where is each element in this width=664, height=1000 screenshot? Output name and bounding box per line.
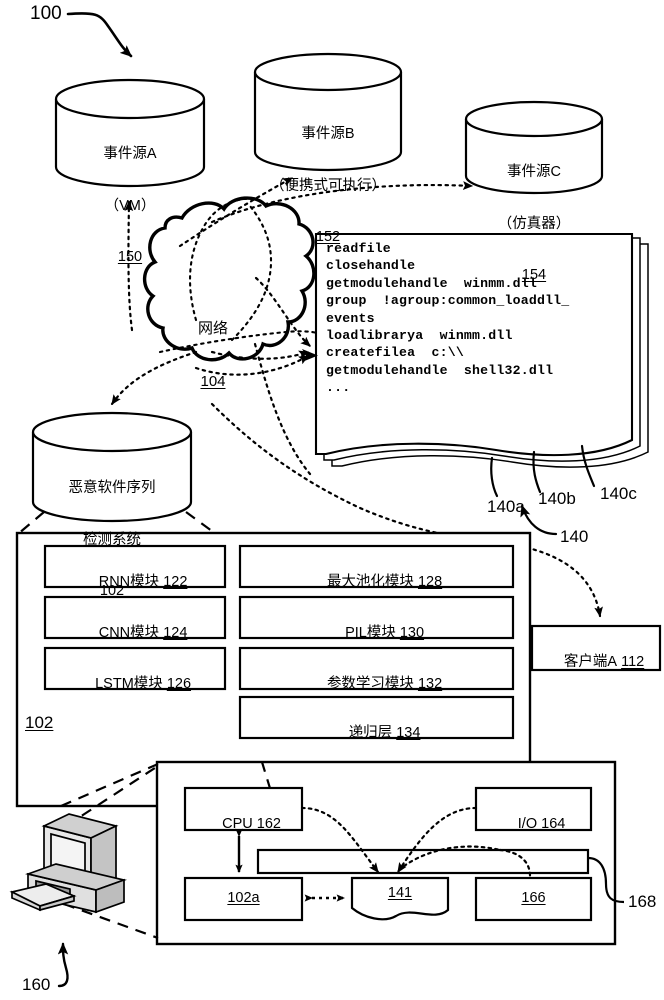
module-ref: 124 xyxy=(163,625,188,642)
module-label-text: PIL模块 xyxy=(345,625,396,642)
client-a-label: 客户端A 112 xyxy=(532,637,660,688)
network-ref: 104 xyxy=(200,373,226,391)
io-label: I/O 164 xyxy=(476,799,591,850)
detection-system-line2: 检测系统 xyxy=(83,531,141,548)
module-ref: 122 xyxy=(163,574,188,591)
event-source-a-line1: 事件源A xyxy=(103,146,157,163)
module-label-pil: PIL模块 130 xyxy=(240,608,513,659)
event-source-a-label: 事件源A （VM） 150 xyxy=(56,112,204,300)
cpu-name: CPU xyxy=(222,816,253,833)
memory-module-ref: 102a xyxy=(227,890,260,906)
module-label-text: RNN模块 xyxy=(98,574,160,591)
module-ref: 126 xyxy=(166,676,192,693)
hardware-container-ref: 168 xyxy=(628,892,657,911)
io-ref: 164 xyxy=(541,816,566,833)
module-label-max-pooling: 最大池化模块 128 xyxy=(240,557,513,608)
network-name: 网络 xyxy=(197,320,228,338)
module-ref: 128 xyxy=(417,574,443,591)
client-a-name: 客户端A xyxy=(563,654,618,671)
module-ref: 134 xyxy=(396,725,421,742)
module-ref: 130 xyxy=(399,625,425,642)
event-log-ref-140a: 140a xyxy=(487,497,525,516)
event-log-ref-140c: 140c xyxy=(600,484,637,503)
module-label-parameter-learning: 参数学习模块 132 xyxy=(240,659,513,710)
module-label-text: 递归层 xyxy=(348,725,393,742)
bus-bar xyxy=(256,848,590,875)
network-label: 网络 104 xyxy=(176,285,250,427)
figure-number-leader xyxy=(66,12,133,58)
module-label-lstm: LSTM模块 126 xyxy=(45,659,225,710)
module-label-cnn: CNN模块 124 xyxy=(45,608,225,659)
module-label-text: 参数学习模块 xyxy=(326,676,414,693)
module-label-text: 最大池化模块 xyxy=(326,574,414,591)
module-label-recurrent-layer: 递归层 134 xyxy=(240,708,513,759)
figure-number: 100 xyxy=(30,3,62,24)
detection-system-line1: 恶意软件序列 xyxy=(68,480,156,497)
data-block-ref: 141 xyxy=(387,885,413,901)
flow-to-client-a xyxy=(518,544,603,618)
event-source-a-ref: 150 xyxy=(117,248,143,265)
cpu-ref: 162 xyxy=(256,816,281,833)
module-label-text: LSTM模块 xyxy=(95,676,163,693)
event-source-a-line2: （VM） xyxy=(104,197,156,214)
event-source-b-line2: （便携式可执行） xyxy=(270,177,386,194)
event-log-text: readfile closehandle getmodulehandle win… xyxy=(326,241,570,396)
storage-ref: 166 xyxy=(521,890,546,906)
module-label-text: CNN模块 xyxy=(98,625,160,642)
patent-figure: 100 事件源A （VM） 150 事件源B （便携式可执行） 152 事件源C… xyxy=(0,0,664,1000)
bottom-ref-leader xyxy=(57,942,69,988)
event-source-b-line1: 事件源B xyxy=(301,126,355,143)
event-source-c-line1: 事件源C xyxy=(507,164,561,181)
module-label-rnn: RNN模块 122 xyxy=(45,557,225,608)
module-ref: 132 xyxy=(417,676,443,693)
event-source-c-line2: （仿真器） xyxy=(497,215,571,232)
modules-container-ref: 102 xyxy=(25,713,54,732)
client-a-ref: 112 xyxy=(621,654,645,671)
event-log-ref-140b: 140b xyxy=(538,489,576,508)
io-name: I/O xyxy=(517,816,538,833)
event-log-ref-140: 140 xyxy=(560,527,589,546)
cpu-label: CPU 162 xyxy=(185,799,302,850)
workstation-icon xyxy=(9,813,127,914)
bottom-figure-ref: 160 xyxy=(22,975,51,994)
flow-cloud-lower-right xyxy=(253,342,312,476)
